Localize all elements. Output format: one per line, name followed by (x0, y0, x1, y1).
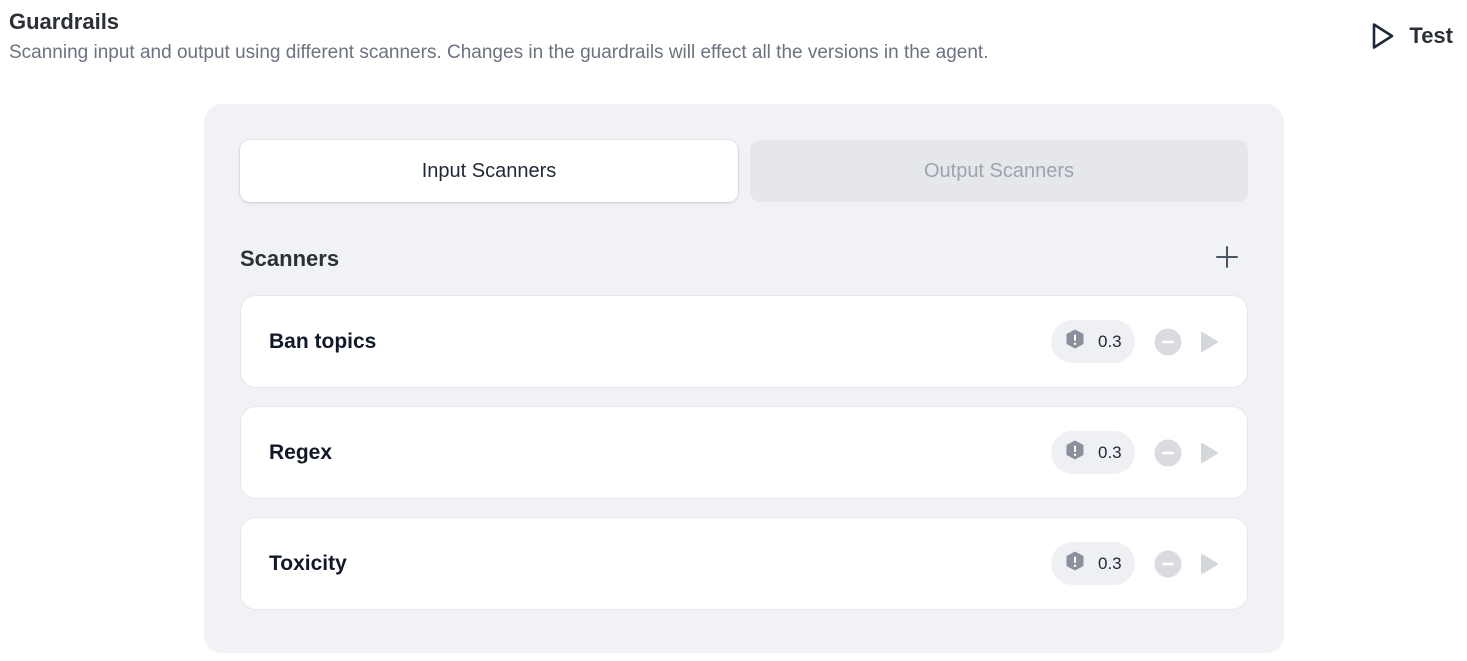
section-title: Scanners (240, 246, 340, 271)
shield-alert-icon (1064, 550, 1086, 577)
tab-output-scanners[interactable]: Output Scanners (750, 140, 1248, 202)
shield-alert-icon (1064, 439, 1086, 466)
scanner-card: Toxicity 0.3 (240, 517, 1248, 610)
tab-input-scanners[interactable]: Input Scanners (240, 140, 738, 202)
scanner-card: Ban topics 0.3 (240, 295, 1248, 388)
scanners-section-header: Scanners (240, 242, 1248, 276)
page-header: Guardrails Scanning input and output usi… (9, 8, 1467, 65)
threshold-value: 0.3 (1098, 442, 1122, 462)
threshold-value: 0.3 (1098, 331, 1122, 351)
remove-scanner-button[interactable] (1154, 550, 1182, 578)
plus-icon (1215, 245, 1239, 274)
scanner-list: Ban topics 0.3 Regex 0.3 Toxicity 0.3 (240, 295, 1248, 628)
play-outline-icon (1371, 22, 1395, 50)
scanner-card: Regex 0.3 (240, 406, 1248, 499)
page-subtitle: Scanning input and output using differen… (9, 42, 989, 63)
run-scanner-button[interactable] (1199, 553, 1219, 575)
page-title: Guardrails (9, 9, 120, 34)
scanner-name: Ban topics (269, 329, 377, 353)
threshold-badge[interactable]: 0.3 (1051, 320, 1135, 363)
scanner-name: Regex (269, 440, 333, 464)
remove-scanner-button[interactable] (1154, 439, 1182, 467)
scanner-tabs: Input Scanners Output Scanners (240, 140, 1248, 202)
remove-scanner-button[interactable] (1154, 328, 1182, 356)
run-scanner-button[interactable] (1199, 331, 1219, 353)
threshold-badge[interactable]: 0.3 (1051, 431, 1135, 474)
scanner-name: Toxicity (269, 551, 347, 575)
add-scanner-button[interactable] (1212, 244, 1242, 274)
run-scanner-button[interactable] (1199, 442, 1219, 464)
scanner-controls: 0.3 (1051, 542, 1219, 585)
scanner-controls: 0.3 (1051, 320, 1219, 363)
test-button-label: Test (1409, 23, 1453, 48)
threshold-value: 0.3 (1098, 553, 1122, 573)
shield-alert-icon (1064, 328, 1086, 355)
test-button[interactable]: Test (1371, 20, 1453, 52)
guardrails-panel: Input Scanners Output Scanners Scanners … (204, 104, 1284, 653)
threshold-badge[interactable]: 0.3 (1051, 542, 1135, 585)
scanner-controls: 0.3 (1051, 431, 1219, 474)
